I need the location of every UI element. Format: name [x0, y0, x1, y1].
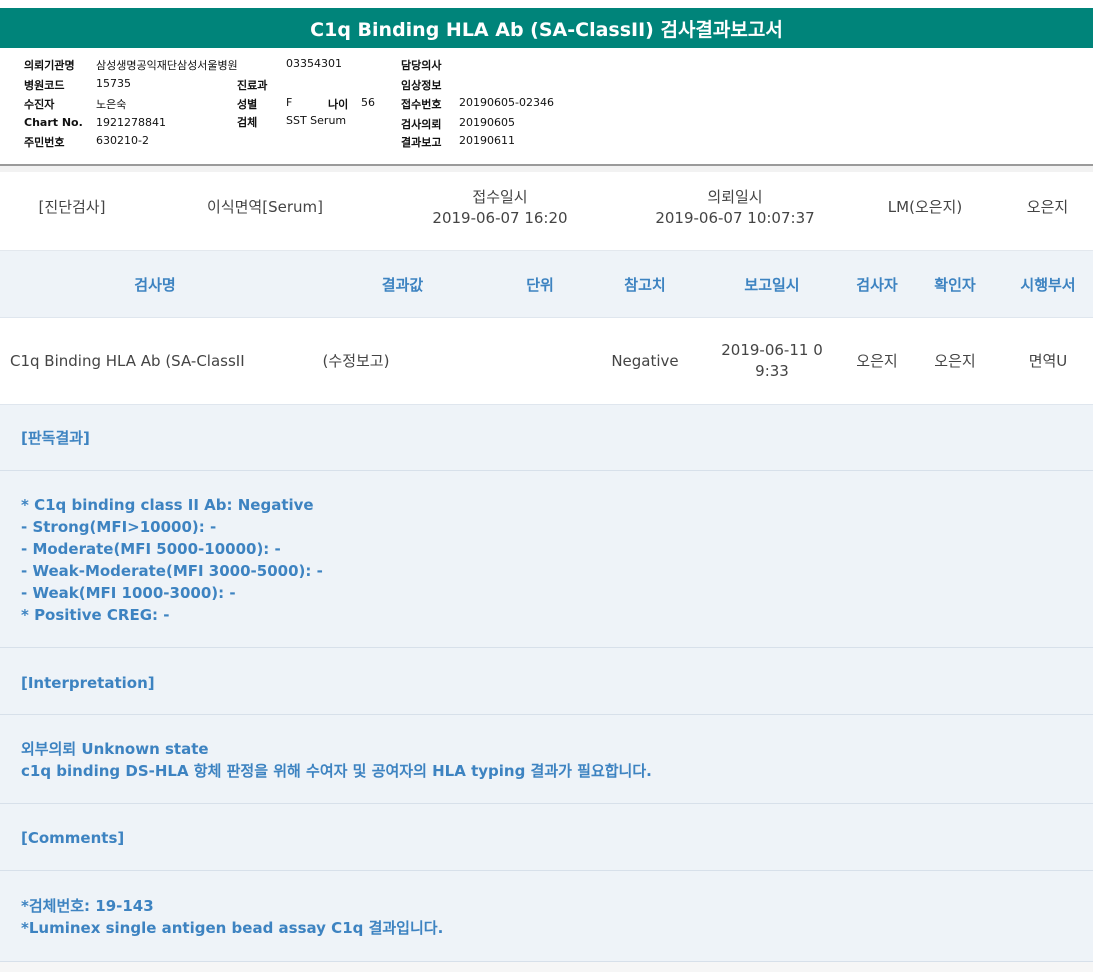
header-tester: 검사자 [856, 275, 898, 294]
specimen-value: SST Serum [286, 114, 347, 127]
reading-line: - Strong(MFI>10000): - [21, 518, 217, 536]
id-no-value: 630210-2 [96, 134, 149, 147]
reading-line: - Weak-Moderate(MFI 3000-5000): - [21, 562, 323, 580]
ordering-doctor: LM(오은지) [887, 198, 963, 216]
reading-line: * C1q binding class II Ab: Negative [21, 496, 314, 514]
hospital-code-label: 병원코드 [24, 79, 65, 92]
received-value: 2019-06-07 16:20 [432, 209, 568, 227]
age-label: 나이 [328, 98, 349, 111]
header-reference: 참고치 [624, 275, 666, 294]
cell-tester: 오은지 [856, 351, 898, 370]
test-request-value: 20190605 [459, 116, 515, 129]
cell-report-time: 2019-06-11 0 9:33 [712, 318, 832, 404]
result-report-value: 20190611 [459, 134, 515, 147]
requested-label: 의뢰일시 [707, 188, 763, 206]
requesting-institution-label: 의뢰기관명 [24, 59, 75, 72]
clinical-info-label: 임상정보 [401, 79, 442, 92]
header-unit: 단위 [526, 275, 554, 294]
institution-code-value: 03354301 [286, 57, 342, 70]
header-report-time: 보고일시 [744, 275, 800, 294]
report-time-line2: 9:33 [755, 362, 789, 380]
id-no-label: 주민번호 [24, 136, 65, 149]
chart-no-value: 1921278841 [96, 116, 166, 129]
report-time-line1: 2019-06-11 0 [721, 341, 823, 359]
cell-unit [500, 318, 580, 404]
received-datetime: 접수일시 2019-06-07 16:20 [410, 187, 590, 229]
test-department: 이식면역[Serum] [207, 198, 323, 216]
interpretation-title-block: [Interpretation] [0, 648, 1093, 715]
comments-line: *검체번호: 19-143 [21, 897, 154, 915]
header-test-name: 검사명 [134, 275, 176, 294]
comments-line: *Luminex single antigen bead assay C1q 결… [21, 919, 444, 937]
test-category: [진단검사] [38, 198, 106, 216]
recipient-value: 노은숙 [96, 98, 127, 111]
attending-physician-label: 담당의사 [401, 59, 442, 72]
reading-title-block: [판독결과] [0, 405, 1093, 471]
interpretation-line: 외부의뢰 Unknown state [21, 740, 209, 758]
result-report-label: 결과보고 [401, 136, 442, 149]
comments-body-block: *검체번호: 19-143 *Luminex single antigen be… [0, 871, 1093, 962]
reading-line: - Moderate(MFI 5000-10000): - [21, 540, 281, 558]
comments-title-block: [Comments] [0, 804, 1093, 871]
header-dept: 시행부서 [1020, 275, 1076, 294]
sex-value: F [286, 96, 293, 109]
reading-line: - Weak(MFI 1000-3000): - [21, 584, 236, 602]
recipient-label: 수진자 [24, 98, 55, 111]
hospital-code-value: 15735 [96, 77, 131, 90]
reading-body-block: * C1q binding class II Ab: Negative - St… [0, 471, 1093, 648]
cell-confirmer: 오은지 [934, 351, 976, 370]
interpretation-body-block: 외부의뢰 Unknown state c1q binding DS-HLA 항체… [0, 715, 1093, 804]
requested-datetime: 의뢰일시 2019-06-07 10:07:37 [640, 187, 830, 229]
order-meta-row: [진단검사] 이식면역[Serum] 접수일시 2019-06-07 16:20… [0, 172, 1093, 251]
requesting-institution-value: 삼성생명공익재단삼성서울병원 [96, 59, 238, 72]
requested-value: 2019-06-07 10:07:37 [655, 209, 815, 227]
reading-line: * Positive CREG: - [21, 606, 170, 624]
receipt-no-value: 20190605-02346 [459, 96, 554, 109]
interpretation-line: c1q binding DS-HLA 항체 판정을 위해 수여자 및 공여자의 … [21, 762, 652, 780]
department-label: 진료과 [237, 79, 268, 92]
report-title: C1q Binding HLA Ab (SA-ClassII) 검사결과보고서 [0, 8, 1093, 48]
table-row[interactable]: C1q Binding HLA Ab (SA-ClassII (수정보고) Ne… [0, 318, 1093, 405]
comments-title: [Comments] [21, 829, 125, 847]
cell-reference: Negative [611, 351, 679, 370]
patient-info-panel: 의뢰기관명 삼성생명공익재단삼성서울병원 03354301 담당의사 병원코드 … [0, 50, 1093, 164]
cell-test-name: C1q Binding HLA Ab (SA-ClassII [10, 351, 245, 370]
staff-name: 오은지 [1026, 198, 1069, 216]
receipt-no-label: 접수번호 [401, 98, 442, 111]
test-request-label: 검사의뢰 [401, 118, 442, 131]
cell-dept: 면역U [1028, 351, 1068, 370]
received-label: 접수일시 [472, 188, 528, 206]
header-result: 결과값 [381, 275, 424, 294]
cell-result: (수정보고) [322, 351, 390, 370]
results-table-header: 검사명 결과값 단위 참고치 보고일시 검사자 확인자 시행부서 [0, 251, 1093, 318]
interpretation-title: [Interpretation] [21, 674, 155, 692]
chart-no-label: Chart No. [24, 116, 83, 129]
reading-title: [판독결과] [21, 429, 90, 447]
header-confirmer: 확인자 [934, 275, 976, 294]
specimen-label: 검체 [237, 116, 258, 129]
age-value: 56 [361, 96, 375, 109]
bottom-strip [0, 962, 1093, 972]
sex-label: 성별 [237, 98, 258, 111]
